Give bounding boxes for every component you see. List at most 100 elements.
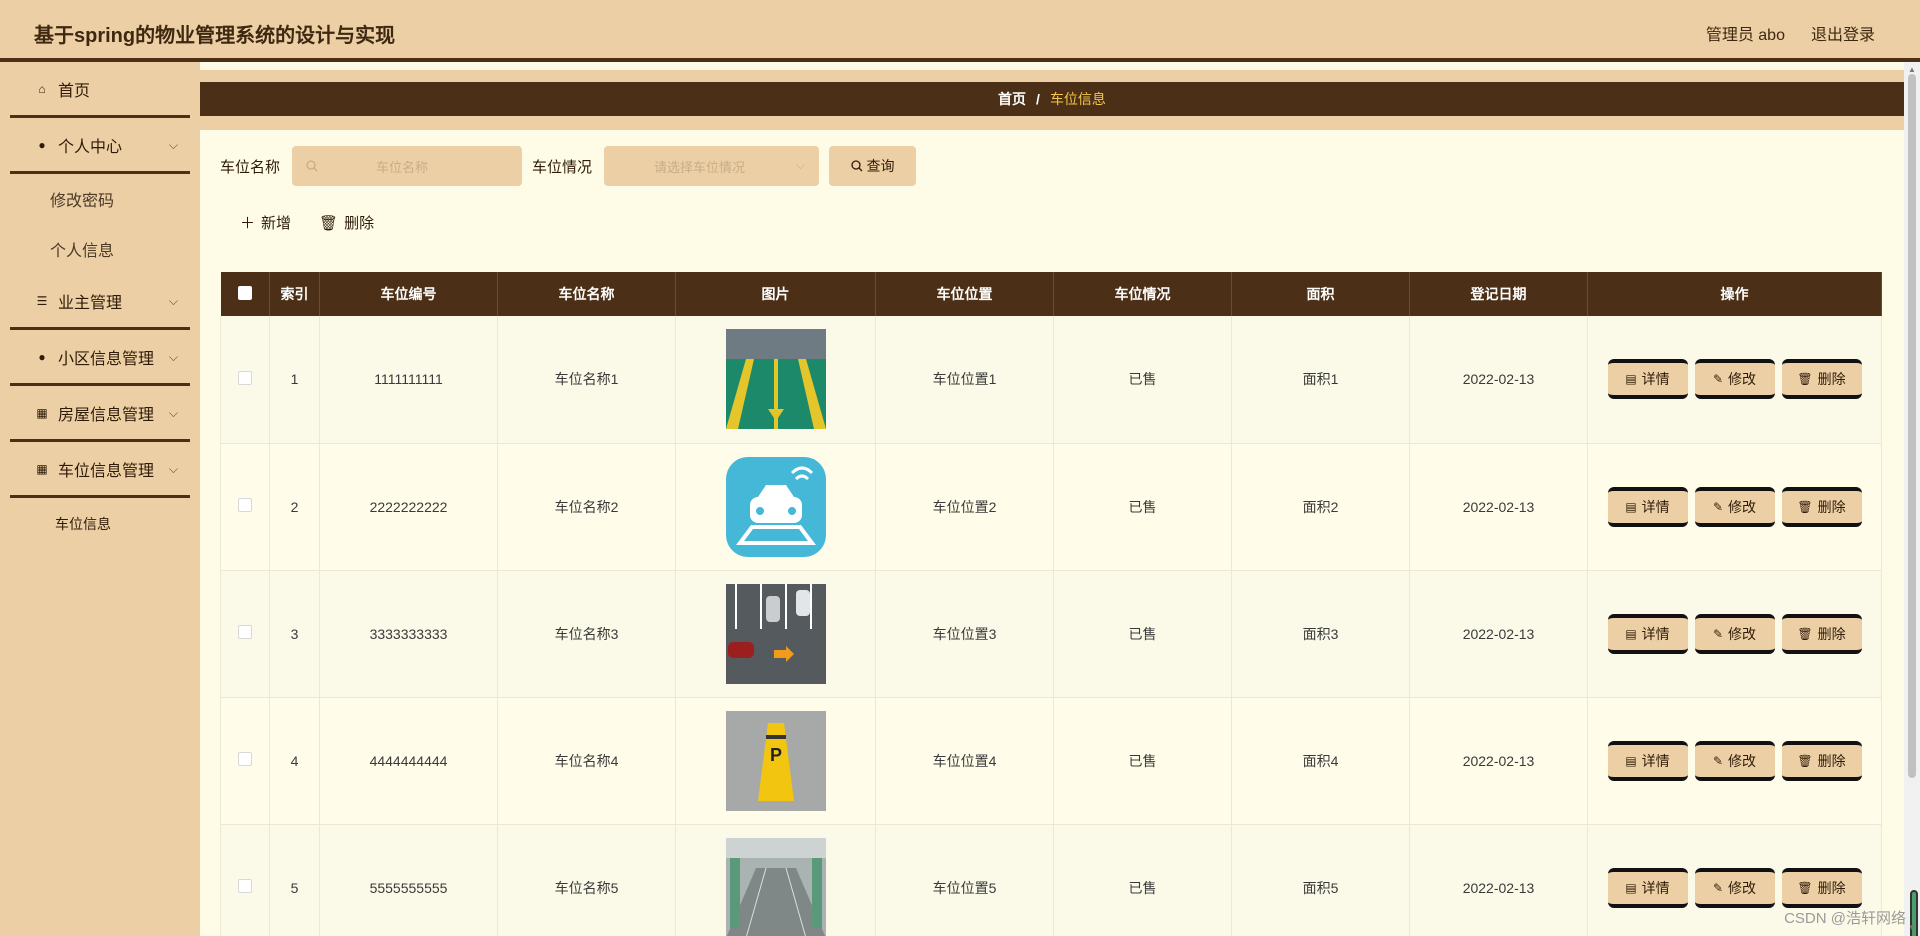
cell-date: 2022-02-13 [1409, 697, 1588, 825]
chevron-down-icon: ⌵ [168, 406, 178, 420]
trash-icon: 🗑 [1797, 499, 1813, 514]
cell-name: 车位名称2 [497, 443, 676, 571]
batch-delete-button[interactable]: 🗑 删除 [319, 212, 374, 233]
detail-button[interactable]: ▤ 详情 [1607, 486, 1688, 527]
edit-label: 修改 [1728, 498, 1757, 515]
delete-button[interactable]: 🗑 删除 [1781, 359, 1862, 400]
col-header: 登记日期 [1409, 272, 1588, 316]
document-icon: ▤ [1625, 753, 1637, 768]
row-select-cell [220, 697, 270, 825]
home-icon: ⌂ [38, 81, 46, 96]
edit-label: 修改 [1728, 371, 1757, 388]
edit-button[interactable]: ✎ 修改 [1694, 486, 1775, 527]
delete-button[interactable]: 🗑 删除 [1781, 613, 1862, 654]
row-checkbox[interactable] [238, 498, 252, 512]
scroll-down-icon[interactable]: ▼ [1904, 920, 1920, 936]
garage-photo[interactable] [725, 837, 826, 936]
detail-button[interactable]: ▤ 详情 [1607, 613, 1688, 654]
cell-code: 1111111111 [319, 316, 498, 444]
vertical-scrollbar[interactable]: ▲ ▼ [1904, 62, 1920, 936]
cell-name: 车位名称4 [497, 697, 676, 825]
select-all-cell [220, 272, 270, 316]
edit-label: 修改 [1728, 752, 1757, 769]
parking-sign-photo[interactable]: P [725, 710, 826, 811]
sidebar-item-parking[interactable]: ▦ 车位信息管理 ⌵ [10, 442, 190, 498]
sidebar-item-house[interactable]: ▦ 房屋信息管理 ⌵ [10, 386, 190, 442]
edit-label: 修改 [1728, 879, 1757, 896]
edit-button[interactable]: ✎ 修改 [1694, 613, 1775, 654]
add-button[interactable]: ＋ 新增 [240, 212, 291, 233]
cell-ops: ▤ 详情 ✎ 修改 🗑 删除 [1587, 697, 1882, 825]
edit-button[interactable]: ✎ 修改 [1694, 867, 1775, 908]
data-table: 索引 车位编号 车位名称 图片 车位位置 车位情况 面积 登记日期 操作 1 1… [220, 272, 1882, 936]
query-button[interactable]: 查询 [829, 146, 917, 186]
chevron-down-icon: ⌵ [168, 138, 178, 152]
breadcrumb-home[interactable]: 首页 [998, 89, 1026, 109]
sidebar-item-label: 业主管理 [58, 294, 123, 312]
logout-link[interactable]: 退出登录 [1811, 21, 1875, 45]
detail-label: 详情 [1641, 625, 1670, 642]
detail-button[interactable]: ▤ 详情 [1607, 740, 1688, 781]
user-icon: ● [38, 137, 46, 152]
table-header-row: 索引 车位编号 车位名称 图片 车位位置 车位情况 面积 登记日期 操作 [220, 272, 1882, 316]
cell-date: 2022-02-13 [1409, 570, 1588, 698]
chevron-down-icon: ⌵ [795, 158, 806, 172]
pencil-icon: ✎ [1712, 372, 1724, 387]
pencil-icon: ✎ [1712, 626, 1724, 641]
car-app-icon[interactable] [725, 456, 826, 557]
cell-status: 已售 [1053, 316, 1232, 444]
parking-lot-photo[interactable] [725, 329, 826, 430]
sidebar-item-personal-info[interactable]: 个人信息 [0, 224, 200, 274]
delete-button[interactable]: 🗑 删除 [1781, 486, 1862, 527]
bulb-icon: ● [38, 349, 46, 364]
sidebar-item-home[interactable]: ⌂ 首页 [10, 62, 190, 118]
edit-button[interactable]: ✎ 修改 [1694, 359, 1775, 400]
sidebar-item-community[interactable]: ● 小区信息管理 ⌵ [10, 330, 190, 386]
cell-location: 车位位置5 [875, 824, 1054, 936]
scroll-thumb[interactable] [1908, 74, 1916, 778]
cell-status: 已售 [1053, 443, 1232, 571]
sidebar-item-change-password[interactable]: 修改密码 [0, 174, 200, 224]
chevron-down-icon: ⌵ [168, 350, 178, 364]
select-all-checkbox[interactable] [237, 285, 252, 300]
row-select-cell [220, 443, 270, 571]
sidebar-item-parking-info[interactable]: 车位信息 [0, 498, 200, 550]
col-header: 图片 [675, 272, 876, 316]
table-row: 5 5555555555 车位名称5 车位位置5 已售 面积5 2022-02-… [220, 824, 1882, 936]
delete-label: 删除 [1817, 371, 1846, 388]
delete-label: 删除 [1817, 498, 1846, 515]
cell-index: 1 [269, 316, 320, 444]
delete-label: 删除 [344, 215, 375, 232]
delete-button[interactable]: 🗑 删除 [1781, 867, 1862, 908]
edit-button[interactable]: ✎ 修改 [1694, 740, 1775, 781]
table-row: 4 4444444444 车位名称4 P 车位位置4 已售 面积4 2022-0… [220, 697, 1882, 825]
header-right: 管理员 abo 退出登录 [1706, 21, 1875, 45]
cell-code: 4444444444 [319, 697, 498, 825]
breadcrumb-separator: / [1036, 91, 1040, 107]
row-checkbox[interactable] [238, 625, 252, 639]
grid-icon: ▦ [36, 461, 48, 476]
cell-date: 2022-02-13 [1409, 443, 1588, 571]
top-header: 基于spring的物业管理系统的设计与实现 管理员 abo 退出登录 [0, 0, 1920, 62]
cell-image [675, 443, 876, 571]
row-checkbox[interactable] [238, 879, 252, 893]
sidebar-item-personal[interactable]: ● 个人中心 ⌵ [10, 118, 190, 174]
sidebar-item-owner[interactable]: ☰ 业主管理 ⌵ [10, 274, 190, 330]
list-icon: ☰ [36, 293, 48, 308]
cell-area: 面积2 [1231, 443, 1410, 571]
detail-button[interactable]: ▤ 详情 [1607, 867, 1688, 908]
cell-index: 5 [269, 824, 320, 936]
edit-label: 修改 [1728, 625, 1757, 642]
cell-index: 2 [269, 443, 320, 571]
delete-button[interactable]: 🗑 删除 [1781, 740, 1862, 781]
document-icon: ▤ [1625, 880, 1637, 895]
table-row: 1 1111111111 车位名称1 车位位置1 已售 面积1 2022-02-… [220, 316, 1882, 444]
cell-ops: ▤ 详情 ✎ 修改 🗑 删除 [1587, 570, 1882, 698]
status-select[interactable]: 请选择车位情况 ⌵ [604, 146, 820, 186]
cell-code: 5555555555 [319, 824, 498, 936]
name-search-input[interactable]: 车位名称 [292, 146, 523, 186]
row-checkbox[interactable] [238, 370, 252, 385]
parking-spaces-photo[interactable] [725, 583, 826, 684]
detail-button[interactable]: ▤ 详情 [1607, 359, 1688, 400]
row-checkbox[interactable] [238, 752, 252, 766]
